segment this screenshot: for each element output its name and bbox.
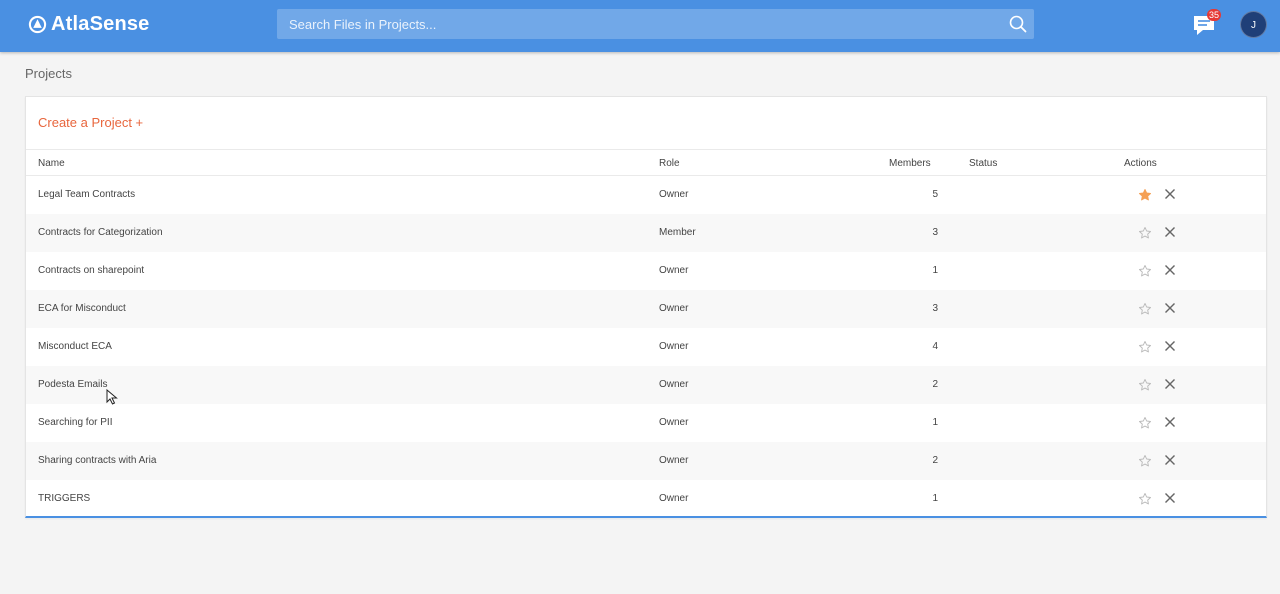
- project-name[interactable]: Sharing contracts with Aria: [38, 455, 156, 466]
- project-members: 5: [932, 189, 938, 200]
- close-icon[interactable]: [1164, 416, 1176, 428]
- star-icon[interactable]: [1138, 226, 1152, 240]
- search-input[interactable]: [277, 9, 1034, 39]
- notification-badge: 35: [1207, 9, 1222, 21]
- project-name[interactable]: Misconduct ECA: [38, 341, 112, 352]
- app-logo[interactable]: AtlaSense: [28, 11, 150, 37]
- column-header-name[interactable]: Name: [38, 158, 65, 169]
- projects-table-body: Legal Team Contracts Owner 5 Contracts for …: [26, 176, 1266, 518]
- close-icon[interactable]: [1164, 454, 1176, 466]
- project-role: Member: [659, 227, 696, 238]
- project-name[interactable]: Podesta Emails: [38, 379, 107, 390]
- project-members: 4: [932, 341, 938, 352]
- project-members: 3: [932, 227, 938, 238]
- star-icon[interactable]: [1138, 454, 1152, 468]
- close-icon[interactable]: [1164, 492, 1176, 504]
- project-name[interactable]: Searching for PII: [38, 417, 112, 428]
- project-members: 1: [932, 265, 938, 276]
- avatar[interactable]: J: [1240, 11, 1267, 38]
- projects-panel: Create a Project + Name Role Members Sta…: [25, 96, 1267, 518]
- project-name[interactable]: Legal Team Contracts: [38, 189, 135, 200]
- column-header-members[interactable]: Members: [889, 158, 931, 169]
- project-name[interactable]: Contracts for Categorization: [38, 227, 163, 238]
- table-row[interactable]: Podesta Emails Owner 2: [26, 366, 1266, 404]
- project-name[interactable]: ECA for Misconduct: [38, 303, 126, 314]
- star-icon[interactable]: [1138, 492, 1152, 506]
- close-icon[interactable]: [1164, 378, 1176, 390]
- star-icon[interactable]: [1138, 340, 1152, 354]
- column-header-actions: Actions: [1124, 158, 1157, 169]
- table-row[interactable]: Searching for PII Owner 1: [26, 404, 1266, 442]
- project-members: 1: [932, 493, 938, 504]
- project-name[interactable]: Contracts on sharepoint: [38, 265, 144, 276]
- project-role: Owner: [659, 303, 689, 314]
- close-icon[interactable]: [1164, 302, 1176, 314]
- close-icon[interactable]: [1164, 188, 1176, 200]
- table-row[interactable]: Contracts on sharepoint Owner 1: [26, 252, 1266, 290]
- project-members: 2: [932, 379, 938, 390]
- table-row[interactable]: ECA for Misconduct Owner 3: [26, 290, 1266, 328]
- project-role: Owner: [659, 341, 689, 352]
- atlas-logo-icon: [28, 15, 47, 33]
- page-title: Projects: [25, 66, 72, 81]
- top-bar: AtlaSense 35 J: [0, 0, 1280, 52]
- search-icon[interactable]: [1009, 15, 1027, 33]
- project-role: Owner: [659, 189, 689, 200]
- table-row[interactable]: Misconduct ECA Owner 4: [26, 328, 1266, 366]
- project-role: Owner: [659, 493, 689, 504]
- table-row[interactable]: Legal Team Contracts Owner 5: [26, 176, 1266, 214]
- column-header-status[interactable]: Status: [969, 158, 997, 169]
- project-role: Owner: [659, 455, 689, 466]
- search-bar: [277, 9, 1034, 39]
- project-members: 3: [932, 303, 938, 314]
- project-members: 1: [932, 417, 938, 428]
- create-project-link[interactable]: Create a Project +: [38, 115, 143, 130]
- close-icon[interactable]: [1164, 264, 1176, 276]
- close-icon[interactable]: [1164, 340, 1176, 352]
- project-members: 2: [932, 455, 938, 466]
- project-name[interactable]: TRIGGERS: [38, 493, 90, 504]
- app-logo-text: AtlaSense: [51, 12, 150, 35]
- table-header: Name Role Members Status Actions: [26, 149, 1266, 176]
- project-role: Owner: [659, 379, 689, 390]
- star-icon[interactable]: [1138, 416, 1152, 430]
- close-icon[interactable]: [1164, 226, 1176, 238]
- table-row[interactable]: Sharing contracts with Aria Owner 2: [26, 442, 1266, 480]
- star-icon[interactable]: [1138, 264, 1152, 278]
- star-icon[interactable]: [1138, 378, 1152, 392]
- star-icon[interactable]: [1138, 188, 1152, 202]
- column-header-role[interactable]: Role: [659, 158, 680, 169]
- table-row[interactable]: TRIGGERS Owner 1: [26, 480, 1266, 518]
- table-row[interactable]: Contracts for Categorization Member 3: [26, 214, 1266, 252]
- project-role: Owner: [659, 265, 689, 276]
- star-icon[interactable]: [1138, 302, 1152, 316]
- project-role: Owner: [659, 417, 689, 428]
